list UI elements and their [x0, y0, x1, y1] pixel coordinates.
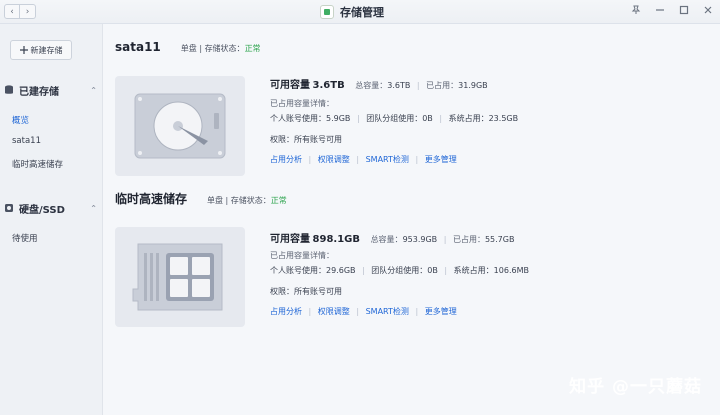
- ssd-image: [115, 227, 245, 327]
- team-label: 团队分组使用：: [366, 114, 423, 123]
- used-label: 已占用：: [452, 235, 485, 244]
- pin-button[interactable]: [630, 4, 642, 16]
- personal-value: 5.9GB: [326, 114, 351, 123]
- chevron-left-icon: ‹: [10, 6, 14, 17]
- sidebar-item-sata11[interactable]: sata11: [12, 136, 41, 146]
- sidebar-item-temp-storage[interactable]: 临时高速储存: [12, 158, 63, 170]
- maximize-icon: [679, 5, 689, 15]
- pin-icon: [631, 5, 641, 14]
- volume-name: 临时高速储存: [115, 192, 188, 206]
- minimize-button[interactable]: [654, 4, 666, 16]
- capacity-row: 可用容量 3.6TB 总容量：3.6TB | 已占用：31.9GB: [270, 80, 488, 91]
- sidebar-group-label: 已建存储: [19, 86, 59, 98]
- system-label: 系统占用：: [448, 114, 489, 123]
- close-icon: [704, 6, 712, 14]
- usage-analysis-link[interactable]: 占用分析: [270, 155, 302, 164]
- watermark: 知乎 @一只蘑菇: [569, 377, 702, 397]
- volume-header: sata11 单盘 | 存储状态：正常: [115, 40, 261, 54]
- detail-label: 已占用容量详情：: [270, 251, 334, 260]
- sidebar-group-built-storage[interactable]: 已建存储 ⌃: [4, 82, 99, 98]
- more-manage-link[interactable]: 更多管理: [425, 155, 457, 164]
- maximize-button[interactable]: [678, 4, 690, 16]
- usage-row: 个人账号使用：29.6GB | 团队分组使用：0B | 系统占用：106.6MB: [270, 266, 529, 275]
- system-label: 系统占用：: [453, 266, 494, 275]
- hdd-icon: [134, 93, 226, 159]
- more-manage-link[interactable]: 更多管理: [425, 307, 457, 316]
- team-value: 0B: [422, 114, 433, 123]
- app-title: 存储管理: [320, 4, 384, 20]
- team-label: 团队分组使用：: [371, 266, 428, 275]
- new-storage-button[interactable]: 新建存储: [10, 40, 72, 60]
- team-value: 0B: [427, 266, 438, 275]
- forward-button[interactable]: ›: [20, 4, 36, 19]
- sidebar-group-label: 硬盘/SSD: [19, 204, 65, 216]
- chevron-up-icon: ⌃: [90, 85, 97, 95]
- permission-value: 所有账号可用: [294, 135, 342, 144]
- sidebar-item-pending[interactable]: 待使用: [12, 232, 38, 244]
- back-button[interactable]: ‹: [4, 4, 20, 19]
- status-badge: 正常: [270, 196, 287, 205]
- sidebar: 新建存储 已建存储 ⌃ 概览 sata11 临时高速储存 硬盘/SSD ⌃ 待使…: [0, 24, 103, 415]
- total-label: 总容量：: [355, 81, 388, 90]
- main-content: sata11 单盘 | 存储状态：正常 可用容量 3.6TB 总容量：3.6TB…: [103, 24, 720, 415]
- minimize-icon: [656, 9, 664, 11]
- sidebar-group-disks[interactable]: 硬盘/SSD ⌃: [4, 200, 99, 216]
- permission-label: 权限：: [270, 135, 294, 144]
- total-value: 3.6TB: [387, 81, 411, 90]
- volume-meta: 单盘 | 存储状态：正常: [180, 44, 261, 53]
- status-label: 存储状态：: [230, 196, 271, 205]
- nav-buttons: ‹ ›: [4, 4, 36, 19]
- title-bar: ‹ › 存储管理: [0, 0, 720, 24]
- plus-icon: [19, 46, 28, 54]
- ssd-icon: [132, 243, 223, 311]
- permission-value: 所有账号可用: [294, 287, 342, 296]
- chevron-right-icon: ›: [25, 6, 30, 17]
- volume-mode: 单盘: [180, 44, 197, 53]
- detail-label: 已占用容量详情：: [270, 99, 334, 108]
- usage-row: 个人账号使用：5.9GB | 团队分组使用：0B | 系统占用：23.5GB: [270, 114, 519, 123]
- volume-name: sata11: [115, 40, 161, 54]
- permission-adjust-link[interactable]: 权限调整: [318, 307, 350, 316]
- capacity-label: 可用容量: [270, 234, 310, 245]
- volume-mode: 单盘: [207, 196, 224, 205]
- window-controls: [630, 4, 714, 16]
- new-storage-label: 新建存储: [30, 45, 63, 55]
- used-value: 55.7GB: [484, 235, 515, 244]
- personal-label: 个人账号使用：: [270, 114, 326, 123]
- usage-analysis-link[interactable]: 占用分析: [270, 307, 302, 316]
- capacity-value: 3.6TB: [312, 80, 345, 91]
- smart-check-link[interactable]: SMART检测: [366, 307, 409, 316]
- database-icon: [5, 85, 13, 94]
- permission-row: 权限：所有账号可用: [270, 134, 342, 145]
- used-label: 已占用：: [426, 81, 459, 90]
- action-links: 占用分析 | 权限调整 | SMART检测 | 更多管理: [270, 155, 457, 164]
- volume-header: 临时高速储存 单盘 | 存储状态：正常: [115, 190, 287, 207]
- permission-adjust-link[interactable]: 权限调整: [318, 155, 350, 164]
- permission-row: 权限：所有账号可用: [270, 286, 342, 297]
- permission-label: 权限：: [270, 287, 294, 296]
- status-badge: 正常: [244, 44, 261, 53]
- used-value: 31.9GB: [458, 81, 488, 90]
- personal-value: 29.6GB: [326, 266, 356, 275]
- status-label: 存储状态：: [204, 44, 245, 53]
- personal-label: 个人账号使用：: [270, 266, 326, 275]
- system-value: 23.5GB: [488, 114, 519, 123]
- chevron-up-icon: ⌃: [90, 203, 97, 213]
- sidebar-item-overview[interactable]: 概览: [12, 114, 29, 126]
- capacity-row: 可用容量 898.1GB 总容量：953.9GB | 已占用：55.7GB: [270, 234, 515, 245]
- smart-check-link[interactable]: SMART检测: [366, 155, 409, 164]
- total-value: 953.9GB: [402, 235, 438, 244]
- capacity-label: 可用容量: [270, 80, 310, 91]
- disk-icon: [5, 204, 13, 212]
- action-links: 占用分析 | 权限调整 | SMART检测 | 更多管理: [270, 307, 457, 316]
- hdd-image: [115, 76, 245, 176]
- capacity-value: 898.1GB: [312, 234, 361, 245]
- window-title: 存储管理: [340, 6, 384, 19]
- close-button[interactable]: [702, 4, 714, 16]
- volume-meta: 单盘 | 存储状态：正常: [207, 196, 287, 205]
- app-icon: [320, 5, 334, 19]
- system-value: 106.6MB: [493, 266, 529, 275]
- total-label: 总容量：: [370, 235, 403, 244]
